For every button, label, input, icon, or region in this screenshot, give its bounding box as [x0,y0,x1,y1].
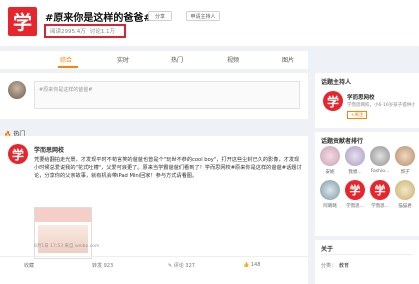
tab-hot[interactable]: 热门 [171,55,183,64]
comment-icon: ✎ [168,263,173,269]
contributor-avatar[interactable] [320,180,340,200]
collect-button[interactable]: 收藏 [24,262,34,269]
contributor-name: 学而思... [371,204,389,209]
share-button[interactable]: 分享 [148,11,172,21]
contributor-avatar[interactable]: 学 [345,180,365,200]
topic-title: #原来你是这样的爸爸# [45,13,152,24]
topic-logo: 学 [8,7,37,36]
contributor-name: 猫猫君 [398,204,412,209]
contributor-name: 学而思... [346,204,364,209]
category-value[interactable]: 教育 [339,262,349,269]
tab-images[interactable]: 图片 [282,55,294,64]
tab-video[interactable]: 视频 [227,55,239,64]
discussion-count: 讨论1.1万 [89,29,115,35]
repost-button[interactable]: 转发 923 [92,262,113,269]
contributor-name: Fashio... [370,169,390,174]
host-avatar[interactable]: 学 [323,91,343,111]
feed-tabs: 综合 实时 热门 视频 图片 [0,51,308,69]
like-button[interactable]: 👍 148 [243,262,260,268]
contributor-avatar[interactable]: 学 [370,180,390,200]
post-meta: 8月1日 17:53 来自 weibo.com [34,244,100,249]
author-avatar[interactable]: 学 [8,144,28,164]
contributors-title: 话题贡献者排行 [321,138,364,145]
about-panel: 关于 分类： 教育 [315,240,419,284]
contributor-name: 郭子 [400,170,410,175]
tab-all[interactable]: 综合 [60,55,72,64]
follow-button[interactable]: +关注 [347,111,367,119]
contributor-name: 阿璐璐 [323,204,337,209]
host-desc: 学而思网校，小6-16岁孩子提供小初... [347,103,415,108]
post-image[interactable] [34,207,92,259]
composer: #原来你是这样的爸爸# [0,73,308,119]
host-name[interactable]: 学而思网校 [347,93,375,101]
topic-stats: 阅读2995.4万 讨论1.1万 [44,24,126,38]
apply-host-button[interactable]: 申请主持人 [186,11,220,21]
contributor-avatar[interactable] [395,146,415,166]
contributor-avatar[interactable] [320,146,340,166]
tab-realtime[interactable]: 实时 [117,55,129,64]
divider [0,256,308,257]
contributor-avatar[interactable] [345,146,365,166]
about-title: 关于 [321,246,334,253]
comment-button[interactable]: ✎ 评论 327 [168,262,195,269]
composer-input[interactable]: #原来你是这样的爸爸# [34,81,300,109]
thumb-up-icon: 👍 [243,262,250,268]
host-panel: 话题主持人 学 学而思网校 学而思网校，小6-16岁孩子提供小初... +关注 [315,73,419,128]
contributor-avatar[interactable] [395,180,415,200]
contributor-name: 我想... [348,170,362,175]
author-name[interactable]: 学而思网校 [34,145,64,154]
host-title: 话题主持人 [321,79,352,86]
category-label: 分类： [321,263,337,269]
contributors-panel: 话题贡献者排行 安妮 我想... Fashio... 郭子 学 学 阿璐璐 学而… [315,132,419,236]
post-card: 学 学而思网校 凭要给翻拍走光景，才发现平时不苟言笑的爸爸也曾是个"玩世不恭的c… [0,136,308,284]
composer-placeholder: #原来你是这样的爸爸# [39,87,93,93]
contributor-name: 安妮 [325,170,335,175]
post-body: 凭要给翻拍走光景，才发现平时不苟言笑的爸爸也曾是个"玩世不恭的cool boy"… [34,157,302,179]
user-avatar [8,81,26,99]
active-tab-underline [58,66,78,68]
divider [321,254,413,255]
read-count: 阅读2995.4万 [50,29,86,35]
contributor-avatar[interactable] [370,146,390,166]
